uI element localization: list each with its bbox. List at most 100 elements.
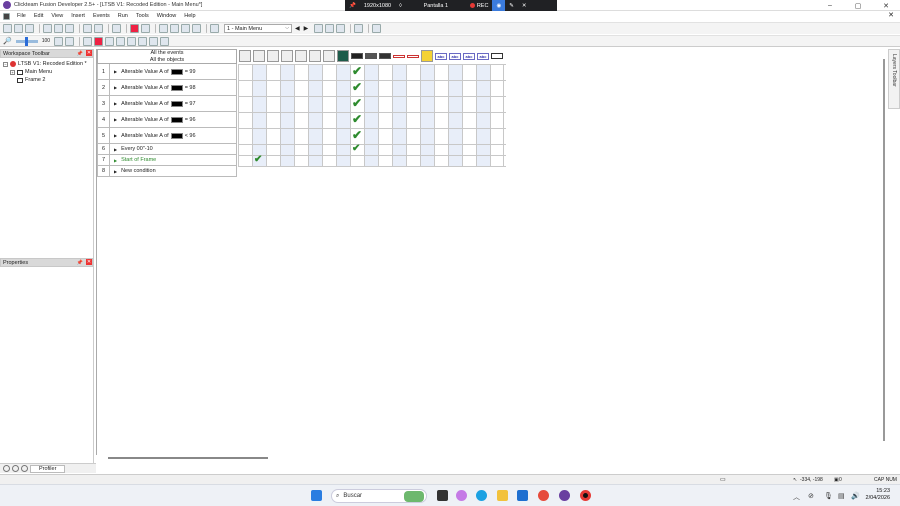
event-row[interactable]: 2 ▶ Alterable Value A of = 98 (97, 80, 237, 96)
event-row[interactable]: 3 ▶ Alterable Value A of = 97 (97, 96, 237, 112)
object-list-icon[interactable] (354, 24, 364, 33)
action-check-icon[interactable]: ✔ (352, 129, 362, 141)
object-column-icon[interactable] (365, 53, 377, 59)
undo-icon[interactable] (83, 24, 92, 33)
grid-icon[interactable] (325, 24, 335, 33)
counter-object-icon[interactable] (491, 53, 503, 59)
collapse-icon[interactable]: − (3, 61, 8, 67)
taskbar-clock[interactable]: 15:23 2/04/2026 (866, 488, 890, 502)
pin-icon[interactable]: 📌 (77, 260, 83, 266)
action-check-icon[interactable]: ✔ (352, 143, 360, 155)
insert-event-icon[interactable] (54, 36, 64, 46)
close-button[interactable]: ✕ (872, 0, 900, 11)
expand-icon[interactable]: + (10, 69, 15, 75)
tree-item-main-menu[interactable]: + Main Menu (3, 68, 93, 76)
event-row[interactable]: 4 ▶ Alterable Value A of = 96 (97, 112, 237, 128)
save-icon[interactable] (25, 24, 34, 33)
open-icon[interactable] (14, 24, 23, 33)
menu-help[interactable]: Help (180, 13, 199, 19)
menu-tools[interactable]: Tools (132, 13, 153, 19)
event-row[interactable]: 5 ▶ Alterable Value A of < 96 (97, 128, 237, 144)
timer-icon[interactable] (281, 50, 293, 62)
vertical-scrollbar[interactable] (882, 49, 886, 447)
object-column-icon[interactable] (393, 55, 405, 58)
menu-view[interactable]: View (47, 13, 67, 19)
rec-button[interactable]: REC (466, 0, 493, 11)
action-check-icon[interactable]: ✔ (352, 113, 362, 125)
frame-editor-icon[interactable] (170, 24, 179, 33)
create-objects-icon[interactable] (295, 50, 307, 62)
menu-insert[interactable]: Insert (67, 13, 89, 19)
storyboard-icon[interactable] (159, 24, 168, 33)
object-column-icon[interactable] (421, 50, 433, 62)
action-check-icon[interactable]: ✔ (352, 97, 362, 109)
library-icon[interactable] (372, 24, 382, 33)
frame-selector[interactable]: 1 - Main Menu ⌵ (224, 24, 292, 33)
tab-library-icon[interactable] (3, 465, 10, 472)
object-column-icon[interactable] (407, 55, 419, 58)
menu-edit[interactable]: Edit (30, 13, 47, 19)
document-close-icon[interactable]: ✕ (888, 11, 894, 19)
zoom-icon[interactable]: 🔎 (3, 37, 12, 45)
bookmark-icon[interactable] (105, 36, 115, 46)
player-icon[interactable] (323, 50, 335, 62)
network-icon[interactable]: ▤ (838, 492, 845, 500)
taskbar-search[interactable]: ⌕ Buscar (331, 489, 427, 503)
action-check-icon[interactable]: ✔ (254, 154, 262, 166)
action-check-icon[interactable]: ✔ (352, 81, 362, 93)
insert-group-icon[interactable] (83, 36, 93, 46)
action-check-icon[interactable]: ✔ (352, 65, 362, 77)
recorder-icon[interactable] (580, 490, 591, 501)
zoom-options-icon[interactable] (336, 24, 346, 33)
camera-icon[interactable]: ◉ (492, 0, 506, 11)
string-object-icon[interactable]: abc (449, 53, 461, 60)
tab-layers-icon[interactable] (12, 465, 19, 472)
event-row[interactable]: 1 ▶ Alterable Value A of = 99 (97, 64, 237, 80)
start-icon[interactable] (311, 490, 322, 501)
toggle-disabled-icon[interactable] (94, 36, 104, 46)
event-row[interactable]: 6 ▶ Every 00"-10 (97, 144, 237, 155)
mouse-keyboard-icon[interactable] (309, 50, 321, 62)
run-application-icon[interactable] (130, 24, 139, 33)
pin-icon[interactable]: 📌 (345, 0, 360, 11)
app-menu-icon[interactable] (3, 12, 10, 20)
menu-window[interactable]: Window (153, 13, 181, 19)
object-column-icon[interactable] (379, 53, 391, 59)
copy-icon[interactable] (54, 24, 63, 33)
insert-comment-icon[interactable] (65, 36, 75, 46)
paste-icon[interactable] (65, 24, 74, 33)
sound-icon[interactable] (253, 50, 265, 62)
all-events-label[interactable]: All the events (98, 50, 236, 57)
tab-clock-icon[interactable] (21, 465, 28, 472)
edge-icon[interactable] (476, 490, 487, 501)
search-events-icon[interactable] (160, 36, 170, 46)
event-row[interactable]: 8 ▶ New condition (97, 166, 237, 177)
special-conditions-icon[interactable] (239, 50, 251, 62)
horizontal-scrollbar[interactable] (96, 455, 886, 461)
tree-item-frame-2[interactable]: Frame 2 (3, 76, 93, 84)
close-icon[interactable]: ✕ (86, 259, 92, 265)
previous-frame-icon[interactable]: ◀ (295, 25, 300, 32)
copilot-icon[interactable] (456, 490, 467, 501)
task-view-icon[interactable] (437, 490, 448, 501)
run-frame-icon[interactable] (141, 24, 150, 33)
tab-profiler[interactable]: Profiler (30, 464, 66, 473)
tree-root[interactable]: − LTSB V1: Recoded Edition * (3, 60, 93, 68)
close-recording-icon[interactable]: ✕ (518, 0, 531, 11)
new-icon[interactable] (3, 24, 12, 33)
store-icon[interactable] (517, 490, 528, 501)
build-icon[interactable] (112, 24, 121, 33)
chevron-up-icon[interactable]: ︿ (793, 492, 800, 502)
zoom-slider[interactable] (15, 36, 38, 46)
all-objects-label[interactable]: All the objects (98, 57, 236, 64)
layout-icon[interactable] (314, 24, 324, 33)
string-object-icon[interactable]: abc (477, 53, 489, 60)
menu-file[interactable]: File (13, 13, 30, 19)
checkerboard-icon[interactable] (116, 36, 126, 46)
layers-toolbar-tab[interactable]: Layers Toolbar (888, 49, 900, 109)
close-icon[interactable]: ✕ (86, 50, 92, 56)
volume-icon[interactable]: 🔊 (851, 492, 860, 500)
minimize-button[interactable]: – (816, 0, 844, 11)
scrollbar-thumb[interactable] (883, 59, 885, 441)
data-elements-icon[interactable] (210, 24, 219, 33)
